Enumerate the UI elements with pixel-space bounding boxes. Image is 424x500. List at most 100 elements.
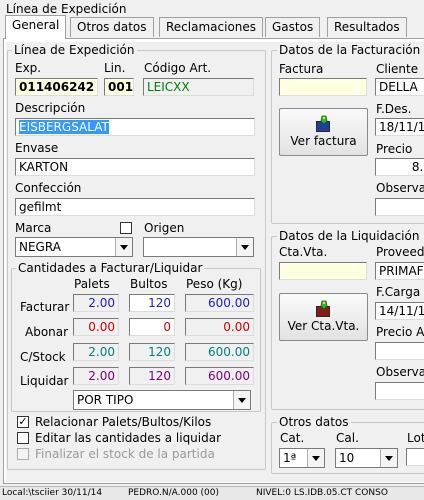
- tab-label: Resultados: [334, 20, 400, 34]
- tab-otros-datos[interactable]: Otros datos: [70, 17, 154, 37]
- cstock-peso[interactable]: 600.00: [185, 343, 254, 361]
- abonar-palets[interactable]: 0.00: [73, 318, 119, 336]
- facturar-label: Facturar: [20, 300, 70, 314]
- factura-label: Factura: [279, 62, 324, 76]
- otros-datos-title: Otros datos: [277, 415, 351, 429]
- ver-ctavta-label: Ver Cta.Vta.: [287, 319, 360, 333]
- tab-reclamaciones[interactable]: Reclamaciones: [159, 17, 264, 37]
- abonar-peso[interactable]: 0.00: [185, 318, 254, 336]
- exp-field[interactable]: 011406242: [15, 78, 98, 96]
- ver-factura-button[interactable]: Ver factura: [279, 108, 368, 156]
- status-bar: Local:\tsciier 30/11/14 PEDRO.N/A.000 (0…: [0, 486, 424, 500]
- precio-label: Precio: [376, 142, 413, 156]
- peso-header: Peso (Kg): [186, 277, 243, 291]
- factura-field[interactable]: [279, 78, 367, 96]
- fdes-field[interactable]: 18/11/14: [375, 118, 424, 136]
- ver-ctavta-button[interactable]: Ver Cta.Vta.: [279, 293, 368, 341]
- cat-label: Cat.: [280, 431, 305, 445]
- confeccion-field[interactable]: gefilmt: [15, 198, 255, 216]
- lot-label: Lot: [407, 431, 424, 445]
- cliente-label: Cliente: [376, 62, 419, 76]
- fcarga-label: F.Carga: [376, 285, 421, 299]
- precio-as-label: Precio As: [376, 325, 424, 339]
- proveedor-field[interactable]: PRIMAF: [375, 262, 424, 280]
- origen-select[interactable]: [143, 237, 254, 257]
- lin-field[interactable]: 001: [104, 78, 134, 96]
- relacionar-label: Relacionar Palets/Bultos/Kilos: [35, 415, 212, 429]
- cstock-bultos[interactable]: 120: [129, 343, 175, 361]
- exp-label: Exp.: [15, 61, 42, 75]
- facturar-peso[interactable]: 600.00: [185, 294, 254, 312]
- chevron-down-icon: [115, 238, 132, 256]
- tab-label: Gastos: [272, 20, 314, 34]
- confeccion-label: Confección: [15, 181, 82, 195]
- chevron-down-icon: [307, 449, 324, 467]
- ver-factura-label: Ver factura: [290, 134, 357, 148]
- abonar-bultos[interactable]: 0: [129, 318, 175, 336]
- marca-checkbox[interactable]: [120, 222, 132, 234]
- proveedor-label: Proveedo: [376, 245, 424, 259]
- observaciones-field[interactable]: [375, 198, 424, 216]
- tab-resultados[interactable]: Resultados: [327, 17, 407, 37]
- editar-label: Editar las cantidades a liquidar: [35, 431, 222, 445]
- cal-select[interactable]: 10: [335, 448, 398, 468]
- cstock-label: C/Stock: [20, 350, 66, 364]
- facturar-bultos[interactable]: 120: [129, 294, 175, 312]
- ctavta-label: Cta.Vta.: [279, 245, 328, 259]
- marca-label: Marca: [15, 221, 52, 235]
- tab-label: Otros datos: [77, 20, 147, 34]
- envase-label: Envase: [15, 141, 59, 155]
- finalizar-checkbox[interactable]: [17, 448, 29, 460]
- window-title: Línea de Expedición: [6, 2, 127, 16]
- envase-field[interactable]: KARTON: [15, 158, 255, 176]
- observaciones-liq-field[interactable]: [375, 382, 424, 400]
- lin-label: Lin.: [104, 61, 126, 75]
- descripcion-label: Descripción: [15, 101, 86, 115]
- precio-as-field[interactable]: 5: [375, 342, 424, 360]
- liquidar-label: Liquidar: [20, 374, 69, 388]
- cal-select-value: 10: [339, 451, 355, 465]
- tipo-select-value: POR TIPO: [77, 393, 134, 407]
- status-right: NIVEL:0 LS.IDB.05.CT CONSO: [256, 488, 388, 498]
- cal-label: Cal.: [336, 431, 359, 445]
- relacionar-checkbox[interactable]: ✓: [17, 416, 29, 428]
- document-hand-icon: [315, 115, 330, 132]
- liquidacion-title: Datos de la Liquidación (C: [277, 229, 424, 243]
- abonar-label: Abonar: [25, 325, 69, 339]
- cstock-palets[interactable]: 2.00: [73, 343, 119, 361]
- fcarga-field[interactable]: 14/11/14: [375, 302, 424, 320]
- chevron-down-icon: [233, 391, 250, 409]
- finalizar-label: Finalizar el stock de la partida: [35, 447, 215, 461]
- precio-field[interactable]: 8.0: [375, 158, 424, 176]
- observaciones-liq-label: Observac: [376, 365, 424, 379]
- lot-field[interactable]: [406, 448, 424, 466]
- codigo-field[interactable]: LEICXX: [143, 78, 254, 96]
- cat-select[interactable]: 1ª: [279, 448, 325, 468]
- facturar-palets[interactable]: 2.00: [73, 294, 119, 312]
- chevron-down-icon: [380, 449, 397, 467]
- ctavta-field[interactable]: [279, 262, 367, 280]
- descripcion-selection: EISBERGSALAT: [19, 120, 109, 134]
- liquidar-bultos[interactable]: 120: [129, 367, 175, 385]
- tab-general[interactable]: General: [5, 15, 67, 39]
- tab-gastos[interactable]: Gastos: [265, 17, 321, 37]
- marca-select[interactable]: NEGRA: [15, 237, 133, 257]
- linea-expedicion-title: Línea de Expedición: [12, 43, 137, 57]
- marca-select-value: NEGRA: [19, 240, 61, 254]
- liquidar-peso[interactable]: 600.00: [185, 367, 254, 385]
- status-middle: PEDRO.N/A.000 (00): [128, 488, 220, 498]
- fdes-label: F.Des.: [376, 102, 412, 116]
- document-hand-icon: [315, 300, 330, 317]
- status-left: Local:\tsciier 30/11/14: [2, 488, 103, 498]
- editar-checkbox[interactable]: [17, 432, 29, 444]
- observaciones-label: Observac: [376, 181, 424, 195]
- tab-label: Reclamaciones: [166, 20, 257, 34]
- liquidar-palets[interactable]: 2.00: [73, 367, 119, 385]
- bultos-header: Bultos: [130, 277, 168, 291]
- origen-label: Origen: [144, 221, 185, 235]
- descripcion-field[interactable]: EISBERGSALAT: [15, 118, 255, 136]
- cliente-field[interactable]: DELLA: [375, 78, 424, 96]
- codigo-label: Código Art.: [144, 61, 212, 75]
- tab-label: General: [12, 18, 60, 32]
- tipo-select[interactable]: POR TIPO: [73, 390, 251, 410]
